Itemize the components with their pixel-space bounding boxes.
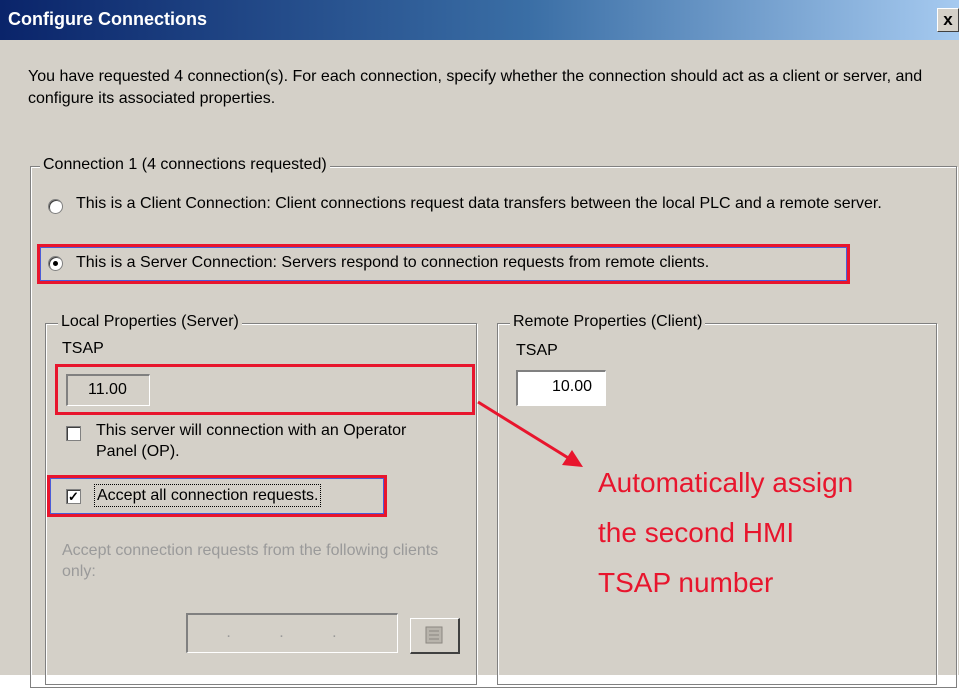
annotation-line-2: the second HMI: [598, 517, 795, 548]
op-checkbox[interactable]: [66, 426, 81, 441]
address-book-button[interactable]: [410, 618, 460, 654]
remote-tsap-label: TSAP: [516, 342, 558, 359]
client-connection-label[interactable]: This is a Client Connection: Client conn…: [76, 193, 936, 214]
title-bar[interactable]: Configure Connections x: [0, 0, 959, 40]
client-connection-radio[interactable]: [48, 199, 63, 214]
remote-properties-legend: Remote Properties (Client): [510, 313, 706, 331]
annotation-text: Automatically assign the second HMI TSAP…: [598, 458, 853, 608]
annotation-line-1: Automatically assign: [598, 467, 854, 498]
server-option-highlight: [37, 244, 850, 284]
window-title: Configure Connections: [8, 9, 207, 29]
client-ip-placeholder: . . .: [226, 624, 359, 641]
close-button[interactable]: x: [937, 8, 959, 32]
accept-all-highlight: [47, 475, 387, 517]
annotation-line-3: TSAP number: [598, 567, 774, 598]
connection-group-legend: Connection 1 (4 connections requested): [40, 156, 330, 174]
local-properties-legend: Local Properties (Server): [58, 313, 242, 331]
local-tsap-highlight: [55, 364, 475, 415]
accept-from-label: Accept connection requests from the foll…: [62, 542, 439, 580]
remote-tsap-field[interactable]: 10.00: [516, 370, 606, 406]
address-book-icon: [425, 626, 443, 644]
op-checkbox-label[interactable]: This server will connection with an Oper…: [96, 420, 416, 462]
configure-connections-dialog: Configure Connections x You have request…: [0, 0, 959, 688]
local-tsap-label: TSAP: [62, 340, 104, 357]
intro-text: You have requested 4 connection(s). For …: [28, 68, 923, 107]
client-ip-field[interactable]: . . .: [186, 613, 398, 653]
